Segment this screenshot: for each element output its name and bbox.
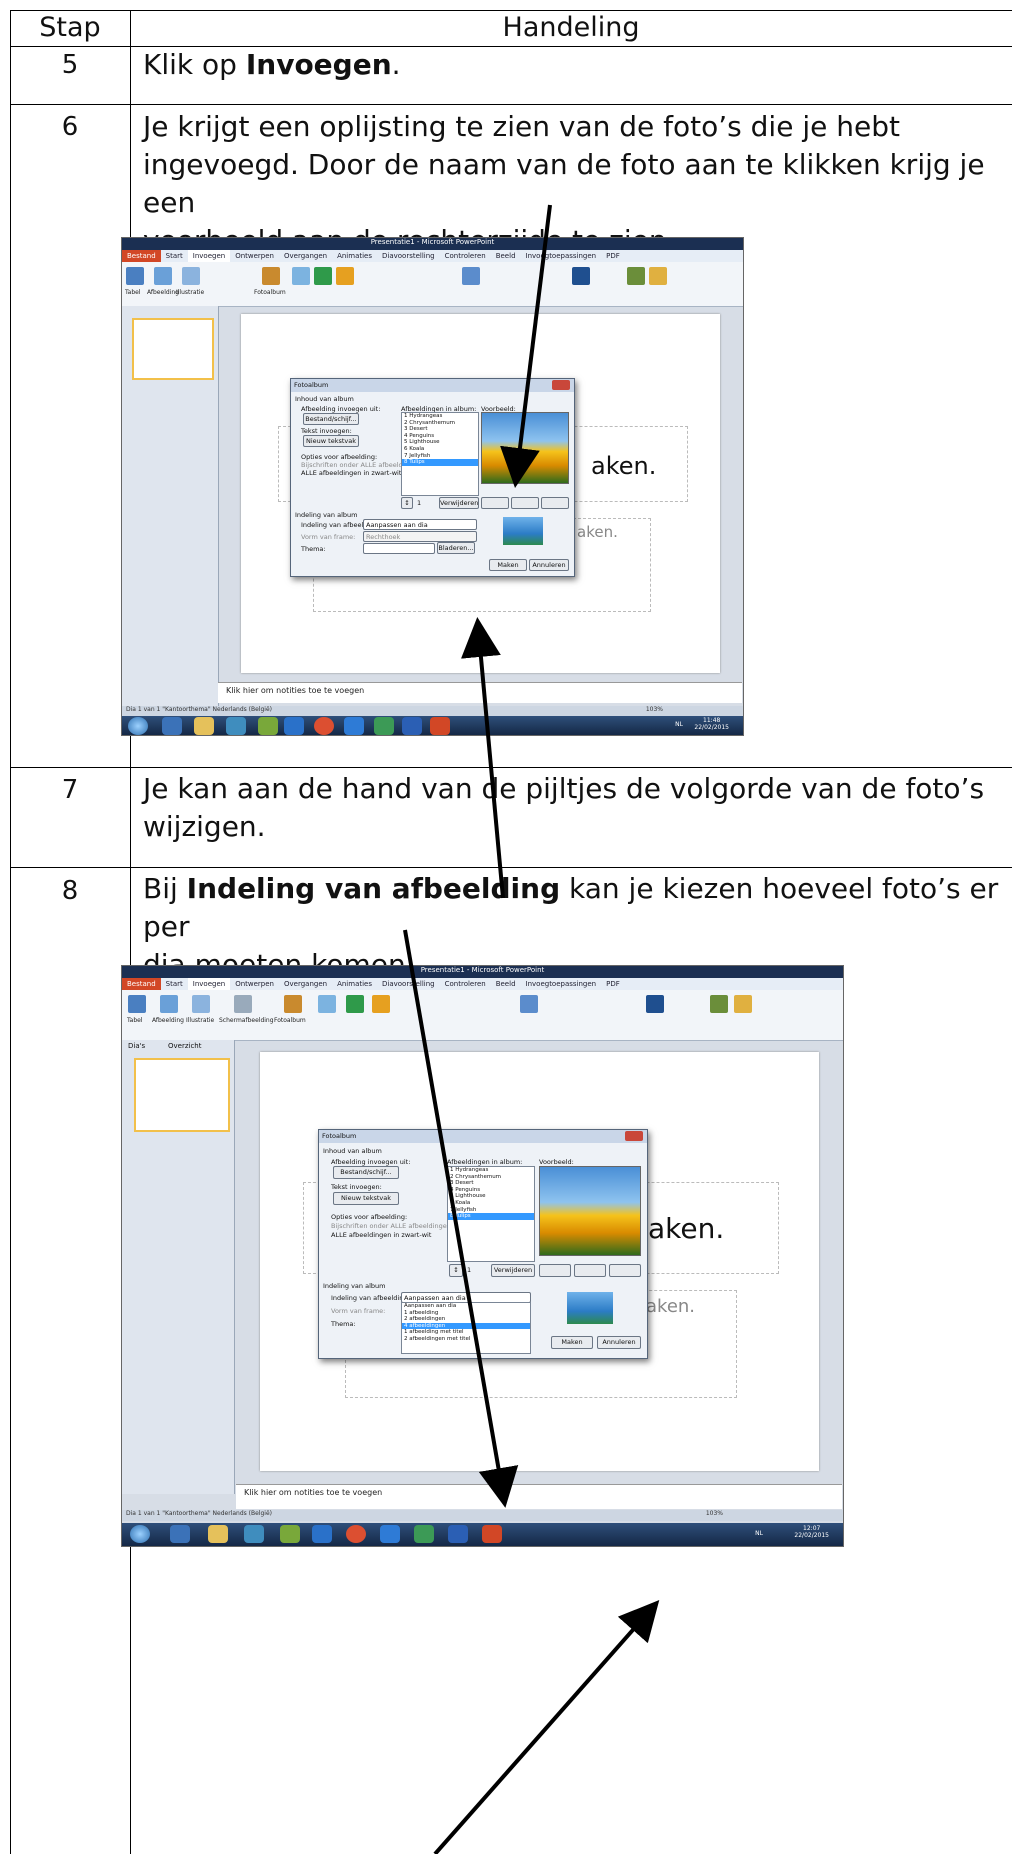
arrow-to-order-buttons — [461, 617, 505, 899]
arrow-to-photo-list — [500, 204, 552, 488]
annotation-arrows — [403, 204, 660, 1854]
arrow-to-layout-select — [403, 929, 519, 1508]
arrow-to-create-button — [433, 1600, 660, 1854]
